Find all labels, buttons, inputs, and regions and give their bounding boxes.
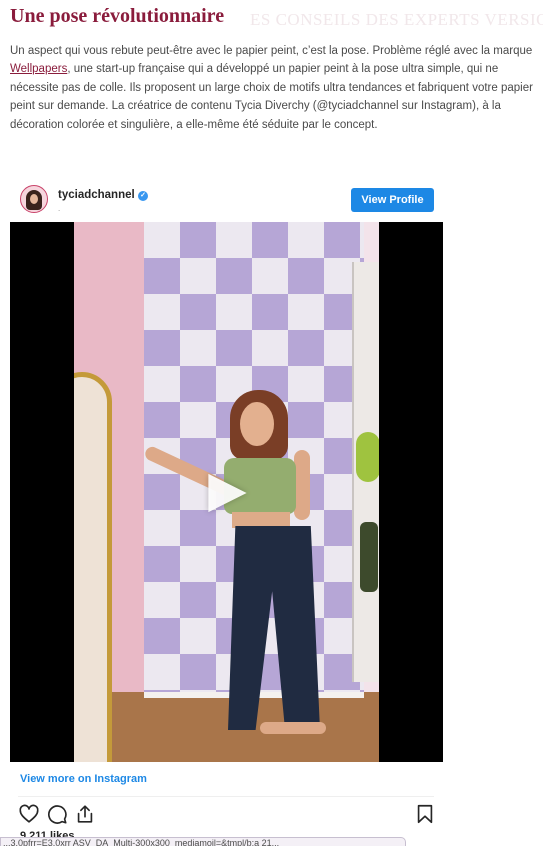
avatar[interactable] xyxy=(20,185,48,213)
divider xyxy=(18,796,434,797)
username-link[interactable]: tyciadchannel xyxy=(58,189,135,201)
figure-face xyxy=(240,402,274,446)
header-subtext: . xyxy=(58,204,61,213)
view-more-link[interactable]: View more on Instagram xyxy=(20,773,147,785)
figure-feet xyxy=(260,722,326,734)
figure-right-arm xyxy=(294,450,310,520)
gold-mirror xyxy=(74,372,112,762)
embed-header: tyciadchannel ✓ . View Profile xyxy=(10,174,443,222)
plant xyxy=(360,522,378,592)
paragraph-text-end: , une start-up française qui a développé… xyxy=(10,63,533,131)
wellpapers-link[interactable]: Wellpapers xyxy=(10,63,67,75)
article-section-title: Une pose révolutionnaire xyxy=(10,5,225,27)
heart-icon[interactable] xyxy=(18,803,40,825)
play-icon[interactable]: ▶ xyxy=(200,462,255,517)
article-paragraph: Un aspect qui vous rebute peut-être avec… xyxy=(10,42,533,134)
video-player[interactable]: ▶ xyxy=(10,222,443,762)
comment-icon[interactable] xyxy=(46,803,68,825)
verified-badge-icon: ✓ xyxy=(138,191,148,201)
wooden-floor xyxy=(74,692,379,762)
paragraph-text-start: Un aspect qui vous rebute peut-être avec… xyxy=(10,45,533,57)
moss-wreath xyxy=(356,432,379,482)
share-icon[interactable] xyxy=(74,803,96,825)
bookmark-icon[interactable] xyxy=(414,803,436,825)
instagram-embed: tyciadchannel ✓ . View Profile ▶ View mo… xyxy=(10,174,443,846)
status-bar-url: ...3.0pfrr=E3.0xrr ASV_DA_Multi-300x300_… xyxy=(0,837,406,846)
avatar-face xyxy=(30,194,38,204)
view-profile-button[interactable]: View Profile xyxy=(351,188,434,212)
background-heading-ghost: ES CONSEILS DES EXPERTS VERSIO xyxy=(250,10,543,29)
